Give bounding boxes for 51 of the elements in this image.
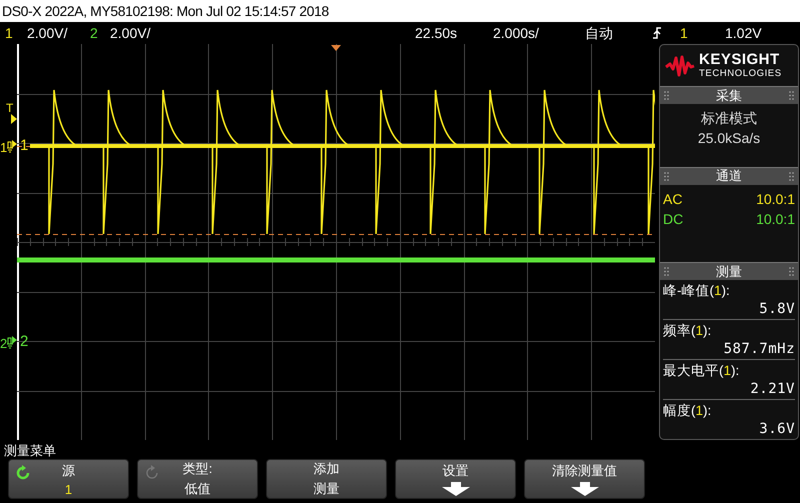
channel-coupling: DC xyxy=(663,210,684,229)
channel-number: 2 xyxy=(90,25,98,41)
probe-ratio: 10.0:1 xyxy=(756,190,795,209)
trigger-marker: T xyxy=(6,100,14,116)
section-title: 采集 xyxy=(716,86,742,105)
sample-rate: 25.0kSa/s xyxy=(698,130,760,146)
channel-tag: 2 xyxy=(20,334,28,350)
grip-icon xyxy=(664,91,669,100)
wave-logo-icon xyxy=(665,54,695,77)
trigger-source: 1 xyxy=(680,25,688,41)
section-title: 测量 xyxy=(716,262,742,280)
trigger-arrow-icon xyxy=(11,114,17,124)
softkey[interactable]: 源 1 xyxy=(8,459,129,499)
probe-ratio: 10.0:1 xyxy=(756,210,795,229)
window-title: DS0-X 2022A, MY58102198: Mon Jul 02 15:14:57 2018 xyxy=(2,3,329,19)
trigger-mode: 自动 xyxy=(585,25,613,43)
grip-icon xyxy=(664,172,669,181)
brand-subtitle: TECHNOLOGIES xyxy=(699,68,782,80)
softkey[interactable]: 类型: 低值 xyxy=(137,459,258,499)
measurement-value: 5.8V xyxy=(758,300,795,318)
channel-coupling: AC xyxy=(663,190,682,209)
acquisition-mode: 标准模式 xyxy=(701,110,757,128)
softkey[interactable]: 添加 测量 xyxy=(266,459,387,499)
brand-name: KEYSIGHT xyxy=(699,52,781,68)
channel-tag: 1 xyxy=(20,138,28,154)
section-title: 通道 xyxy=(716,167,742,186)
measurement-label: 幅度(1): xyxy=(663,402,712,420)
rising-edge-icon xyxy=(652,27,662,39)
down-arrow-icon xyxy=(440,482,470,496)
channel-marker: 2 xyxy=(0,336,8,352)
grip-icon xyxy=(789,172,794,181)
down-arrow-icon xyxy=(570,482,600,496)
time-offset: 22.50s xyxy=(415,25,458,41)
softkey[interactable]: 清除测量值 xyxy=(524,459,645,499)
measurement-label: 频率(1): xyxy=(663,322,712,340)
measurement-value: 2.21V xyxy=(749,380,795,398)
measurement-value: 3.6V xyxy=(758,420,795,438)
measurement-label: 峰-峰值(1): xyxy=(663,282,730,300)
menu-title: 测量菜单 xyxy=(3,442,57,459)
channel-marker: 1 xyxy=(0,140,8,156)
volts-per-div: 2.00V/ xyxy=(110,25,150,41)
grip-icon xyxy=(789,91,794,100)
grip-icon xyxy=(789,267,794,276)
grip-icon xyxy=(664,267,669,276)
measurement-value: 587.7mHz xyxy=(722,340,795,358)
volts-per-div: 2.00V/ xyxy=(27,25,68,41)
time-per-div: 2.000s/ xyxy=(493,25,539,41)
softkey[interactable]: 设置 xyxy=(395,459,516,499)
measurement-label: 最大电平(1): xyxy=(663,362,740,380)
channel-number: 1 xyxy=(5,25,13,41)
trigger-level: 1.02V xyxy=(725,25,762,41)
